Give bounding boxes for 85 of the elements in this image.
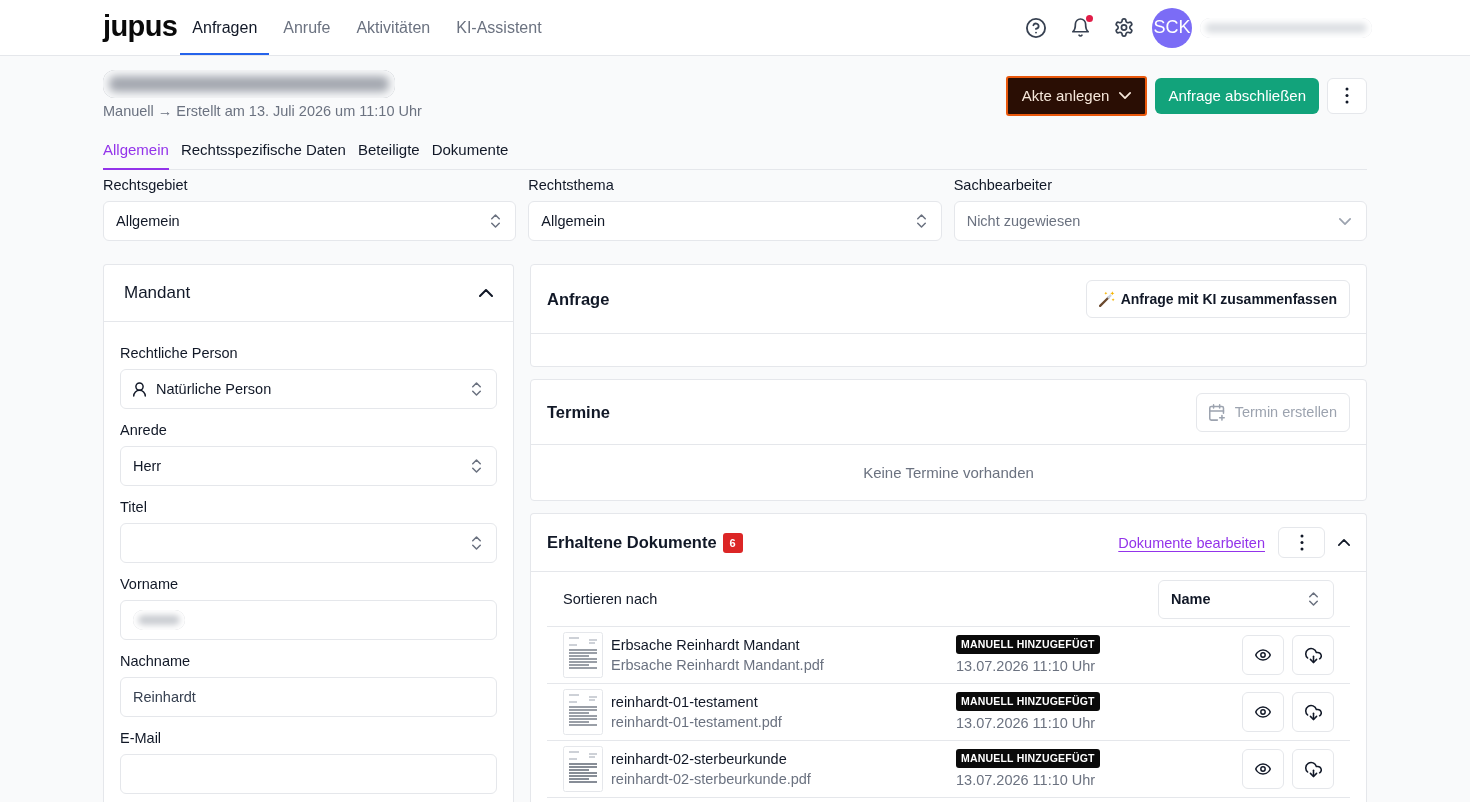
view-button[interactable]: [1242, 692, 1284, 732]
chevrons-up-down-icon: [1309, 592, 1318, 606]
tab[interactable]: Beteiligte: [357, 135, 420, 170]
document-name[interactable]: reinhardt-02-sterbeurkunde: [611, 749, 787, 769]
nav-tab[interactable]: Anfragen: [180, 0, 270, 55]
source-tag: MANUELL HINZUGEFÜGT: [956, 691, 1100, 711]
logo: jupus: [103, 11, 178, 44]
nav-tab[interactable]: KI-Assistent: [444, 0, 554, 55]
chevrons-up-down-icon: [916, 214, 926, 228]
view-button[interactable]: [1242, 635, 1284, 675]
calendar-plus-icon: [1208, 403, 1225, 421]
settings-icon[interactable]: [1115, 18, 1133, 37]
file-name: reinhardt-01-testament.pdf: [611, 713, 782, 732]
select-field[interactable]: Name: [1158, 579, 1334, 619]
chevron-down-icon: [1339, 217, 1351, 225]
magic-wand-icon: [1098, 291, 1115, 307]
document-name[interactable]: reinhardt-01-testament: [611, 692, 758, 712]
field-label: Rechtsgebiet: [103, 176, 189, 194]
download-button[interactable]: [1292, 692, 1334, 732]
help-icon[interactable]: [1026, 17, 1046, 38]
field-label: E-Mail: [120, 729, 163, 747]
chevrons-up-down-icon: [472, 459, 481, 473]
card-title: Erhaltene Dokumente: [547, 533, 717, 552]
field-label: Nachname: [120, 652, 192, 670]
select-field[interactable]: Natürliche Person: [120, 369, 497, 409]
cloud-download-icon: [1304, 646, 1322, 664]
chevron-up-icon[interactable]: [1338, 539, 1350, 546]
eye-icon: [1255, 706, 1271, 718]
text-field[interactable]: [120, 600, 497, 640]
create-file-button[interactable]: Akte anlegen: [1005, 75, 1148, 116]
chevron-down-icon: [1119, 92, 1132, 99]
tab[interactable]: Allgemein: [103, 135, 169, 170]
field-label: Titel: [120, 498, 148, 516]
source-tag: MANUELL HINZUGEFÜGT: [956, 634, 1100, 654]
date-text: 13.07.2026 11:10 Uhr: [956, 713, 1096, 733]
more-icon: [1299, 534, 1304, 551]
chevrons-up-down-icon: [472, 382, 481, 396]
empty-message: Keine Termine vorhanden: [863, 464, 1034, 481]
text-field[interactable]: [120, 754, 497, 794]
eye-icon: [1255, 763, 1271, 775]
document-thumbnail-drawing: [563, 746, 603, 792]
text-field[interactable]: Reinhardt: [120, 677, 497, 717]
date-text: 13.07.2026 11:10 Uhr: [956, 656, 1096, 676]
file-name: Erbsache Reinhardt Mandant.pdf: [611, 656, 824, 675]
field-label: Rechtliche Person: [120, 344, 239, 362]
nav-tab[interactable]: Anrufe: [271, 0, 343, 55]
bell-icon[interactable]: [1071, 18, 1089, 37]
more-icon: [1345, 87, 1349, 104]
document-name[interactable]: Erbsache Reinhardt Mandant: [611, 635, 800, 655]
view-button[interactable]: [1242, 749, 1284, 789]
cloud-download-icon: [1304, 760, 1322, 778]
cloud-download-icon: [1304, 703, 1322, 721]
field-label: Vorname: [120, 575, 180, 593]
eye-icon: [1255, 649, 1271, 661]
person-icon: [133, 381, 146, 397]
avatar[interactable]: SCK: [1152, 7, 1192, 48]
document-thumbnail-drawing: [563, 632, 603, 678]
select-field[interactable]: Allgemein: [528, 201, 942, 241]
select-field[interactable]: Allgemein: [103, 201, 517, 241]
source-tag: MANUELL HINZUGEFÜGT: [956, 748, 1100, 768]
chevron-up-icon[interactable]: [479, 289, 493, 297]
chevrons-up-down-icon: [472, 536, 481, 550]
card-title: Anfrage: [547, 289, 610, 309]
date-text: 13.07.2026 11:10 Uhr: [956, 770, 1096, 790]
sort-label: Sortieren nach: [563, 591, 658, 607]
tab[interactable]: Dokumente: [431, 135, 509, 170]
edit-documents-link[interactable]: Dokumente bearbeiten: [1118, 534, 1265, 551]
select-field[interactable]: [120, 523, 497, 563]
summarize-button[interactable]: Anfrage mit KI zusammenfassen: [1085, 280, 1350, 318]
document-thumbnail-drawing: [563, 689, 603, 735]
file-name: reinhardt-02-sterbeurkunde.pdf: [611, 770, 811, 789]
select-field[interactable]: Nicht zugewiesen: [953, 201, 1367, 241]
subtitle: Manuell → Erstellt am 13. Juli 2026 um 11:10 Uhr: [103, 102, 422, 121]
field-label: Rechtsthema: [528, 176, 615, 194]
download-button[interactable]: [1292, 749, 1334, 789]
tab[interactable]: Rechtsspezifische Daten: [180, 135, 346, 170]
select-field[interactable]: Herr: [120, 446, 497, 486]
download-button[interactable]: [1292, 635, 1334, 675]
card-title: Termine: [547, 402, 610, 422]
card-title: Mandant: [124, 283, 191, 303]
nav-tab[interactable]: Aktivitäten: [344, 0, 443, 55]
chevrons-up-down-icon: [491, 214, 501, 228]
field-label: Sachbearbeiter: [953, 176, 1053, 194]
count-badge: 6: [722, 532, 743, 553]
field-label: Anrede: [120, 421, 168, 439]
